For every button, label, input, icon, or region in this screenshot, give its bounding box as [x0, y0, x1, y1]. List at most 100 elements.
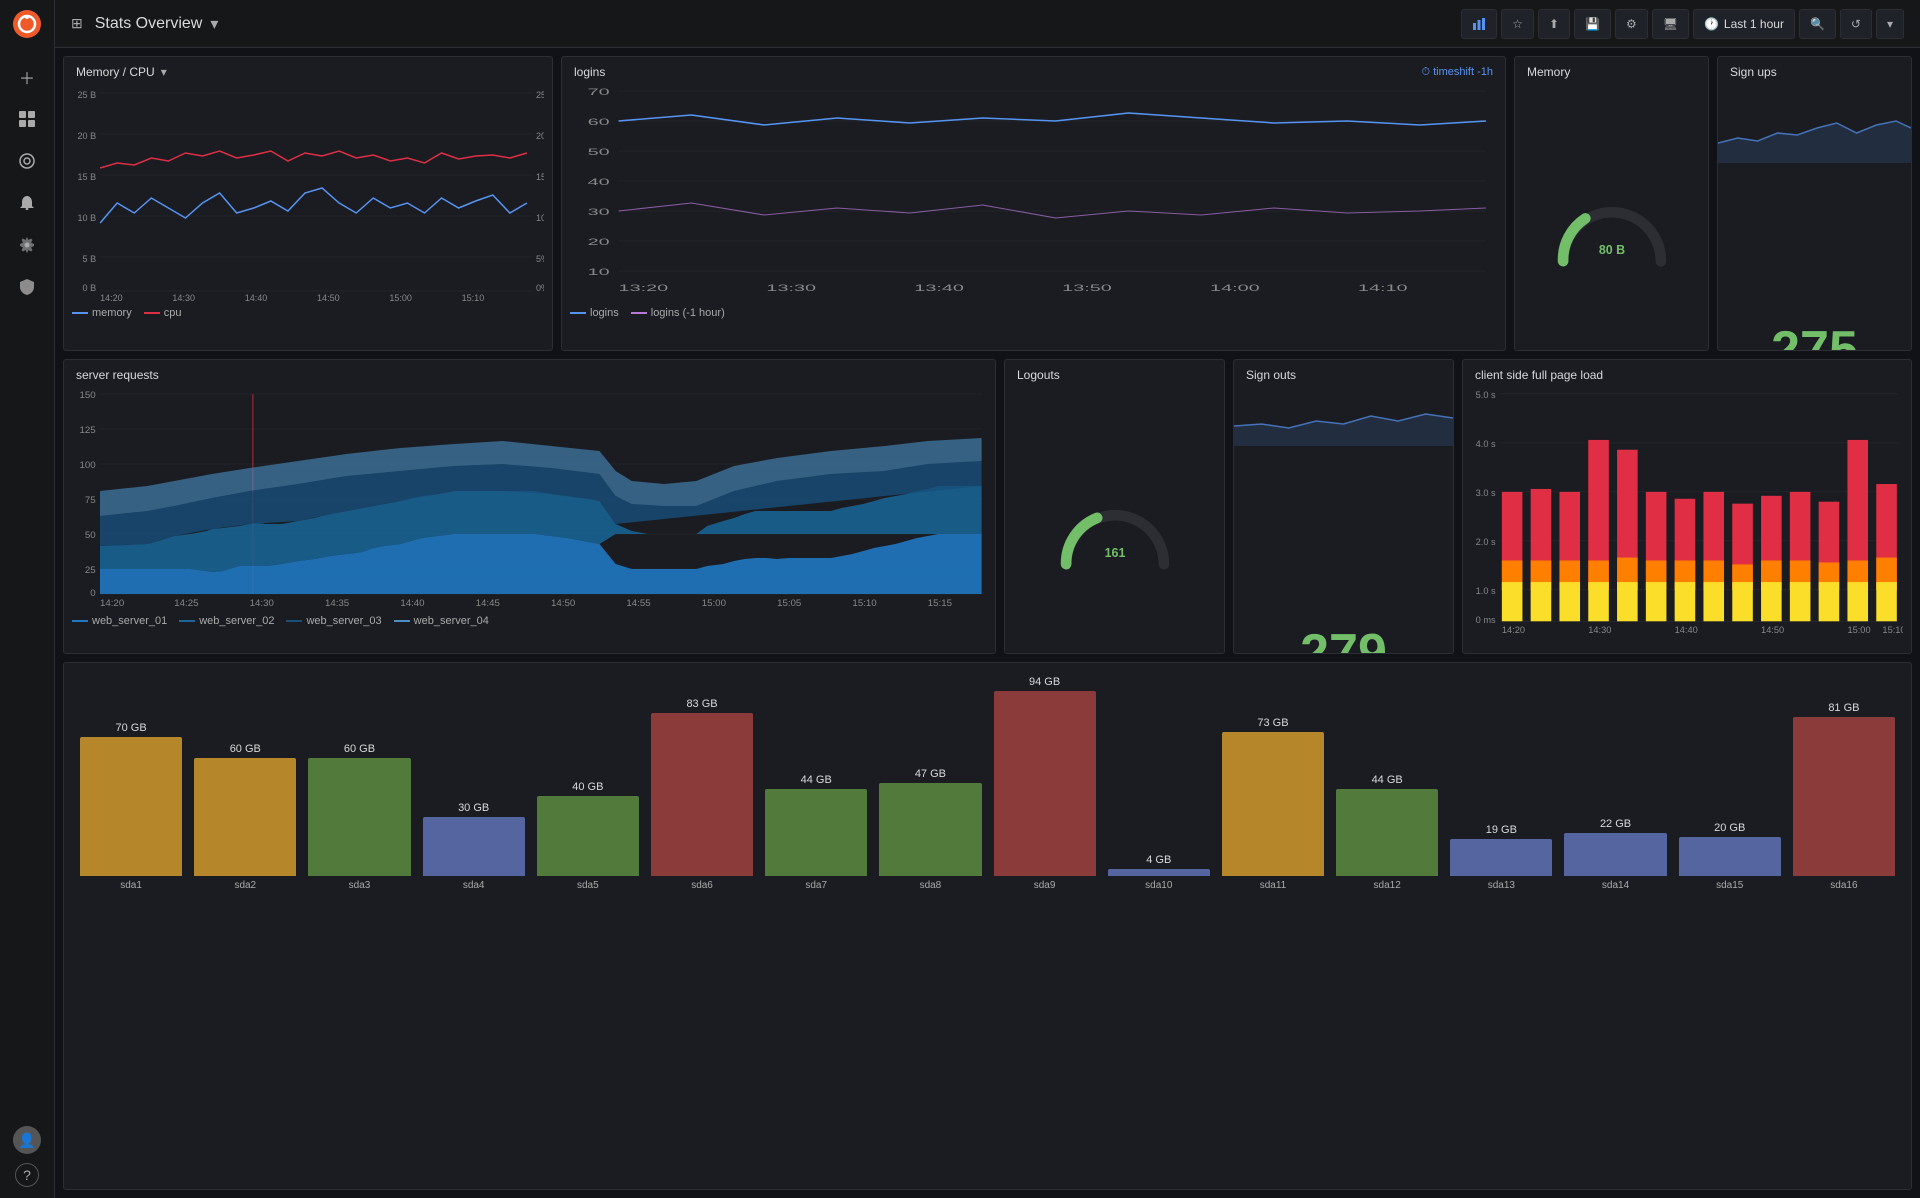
svg-text:14:50: 14:50: [1761, 625, 1784, 635]
disk-bar-sda6: 83 GBsda6: [651, 698, 753, 891]
search-button[interactable]: 🔍: [1799, 9, 1836, 39]
disk-bar-sda13: 19 GBsda13: [1450, 824, 1552, 891]
client-load-panel: client side full page load 5.0 s 4.0 s 3…: [1462, 359, 1912, 654]
svg-text:2.0 s: 2.0 s: [1476, 537, 1497, 547]
legend-ws1: web_server_01: [72, 615, 167, 627]
svg-text:15:05: 15:05: [777, 598, 801, 608]
logouts-gauge-svg: 161: [1045, 493, 1185, 573]
svg-text:14:40: 14:40: [400, 598, 424, 608]
chart-view-button[interactable]: [1461, 9, 1497, 39]
svg-text:15:00: 15:00: [702, 598, 726, 608]
signups-value: 275: [1718, 314, 1911, 351]
svg-text:125: 125: [80, 425, 96, 435]
svg-text:14:10: 14:10: [1358, 283, 1408, 293]
page-title: Stats Overview ▾: [95, 14, 219, 34]
logouts-gauge: 161: [1005, 386, 1224, 654]
legend-ws3: web_server_03: [286, 615, 381, 627]
sidebar-add[interactable]: ＋: [9, 59, 45, 95]
row-1: Memory / CPU ▾ 25 B 20 B 15 B 10 B 5 B 0…: [63, 56, 1912, 351]
svg-text:1.0 s: 1.0 s: [1476, 586, 1497, 596]
grafana-logo[interactable]: [11, 8, 43, 40]
svg-text:10%: 10%: [536, 213, 544, 223]
svg-text:14:55: 14:55: [626, 598, 650, 608]
svg-text:15:00: 15:00: [1847, 625, 1870, 635]
memory-cpu-dropdown[interactable]: ▾: [161, 65, 167, 79]
svg-text:14:30: 14:30: [1588, 625, 1611, 635]
legend-logins-1h: logins (-1 hour): [631, 307, 725, 319]
svg-text:60: 60: [588, 117, 610, 127]
svg-text:14:50: 14:50: [317, 293, 340, 303]
sidebar-explore[interactable]: [9, 143, 45, 179]
memory-cpu-legend: memory cpu: [64, 303, 552, 325]
sidebar-help[interactable]: ?: [15, 1163, 39, 1187]
client-load-title: client side full page load: [1463, 360, 1911, 386]
user-avatar[interactable]: 👤: [13, 1126, 41, 1154]
server-requests-legend: web_server_01 web_server_02 web_server_0…: [64, 611, 995, 633]
disk-bar-sda12: 44 GBsda12: [1336, 774, 1438, 891]
signups-panel: Sign ups 275: [1717, 56, 1912, 351]
disk-bar-sda4: 30 GBsda4: [423, 802, 525, 891]
logins-legend: logins logins (-1 hour): [562, 303, 1505, 325]
monitor-button[interactable]: 🖥: [1652, 9, 1689, 39]
svg-text:15:15: 15:15: [928, 598, 952, 608]
logouts-panel: Logouts 161: [1004, 359, 1225, 654]
memory-gauge-panel: Memory 80 B: [1514, 56, 1709, 351]
star-button[interactable]: ☆: [1501, 9, 1534, 39]
svg-text:161: 161: [1104, 546, 1125, 560]
svg-text:13:50: 13:50: [1062, 283, 1112, 293]
svg-text:25%: 25%: [536, 90, 544, 100]
disk-bar-sda10: 4 GBsda10: [1108, 854, 1210, 891]
title-dropdown[interactable]: ▾: [210, 14, 218, 34]
disk-bar-sda7: 44 GBsda7: [765, 774, 867, 891]
svg-text:5.0 s: 5.0 s: [1476, 390, 1497, 400]
disk-bar-sda8: 47 GBsda8: [879, 768, 981, 891]
svg-text:50: 50: [85, 530, 96, 540]
signouts-content: 279: [1234, 386, 1453, 654]
logouts-title: Logouts: [1005, 360, 1224, 386]
svg-text:14:40: 14:40: [1675, 625, 1698, 635]
svg-text:30: 30: [588, 207, 610, 217]
title-text: Stats Overview: [95, 15, 203, 33]
legend-ws4: web_server_04: [394, 615, 489, 627]
svg-text:10: 10: [588, 267, 610, 277]
svg-text:150: 150: [80, 390, 96, 400]
settings-button[interactable]: ⚙: [1615, 9, 1648, 39]
svg-text:15:10: 15:10: [852, 598, 876, 608]
svg-text:15:00: 15:00: [389, 293, 412, 303]
svg-text:14:20: 14:20: [1502, 625, 1525, 635]
memory-cpu-chart: 25 B 20 B 15 B 10 B 5 B 0 B 25% 20% 15% …: [72, 83, 544, 303]
disk-bar-sda5: 40 GBsda5: [537, 781, 639, 891]
legend-ws2: web_server_02: [179, 615, 274, 627]
server-requests-panel: server requests 150 125 100 75 50 25 0: [63, 359, 996, 654]
share-button[interactable]: ⬆: [1538, 9, 1570, 39]
svg-text:15%: 15%: [536, 172, 544, 182]
save-button[interactable]: 💾: [1574, 9, 1611, 39]
refresh-button[interactable]: ↺: [1840, 9, 1872, 39]
svg-text:20%: 20%: [536, 131, 544, 141]
svg-text:13:40: 13:40: [914, 283, 964, 293]
svg-text:14:50: 14:50: [551, 598, 575, 608]
svg-text:15:10: 15:10: [1882, 625, 1903, 635]
signouts-panel: Sign outs 279: [1233, 359, 1454, 654]
svg-text:3.0 s: 3.0 s: [1476, 488, 1497, 498]
sidebar: ＋ 👤 ?: [0, 0, 55, 1198]
sidebar-dashboards[interactable]: [9, 101, 45, 137]
svg-text:100: 100: [80, 460, 96, 470]
timeshift-badge: ⏱ timeshift -1h: [1421, 66, 1493, 79]
expand-button[interactable]: ▾: [1876, 9, 1904, 39]
svg-text:14:45: 14:45: [476, 598, 500, 608]
svg-text:13:20: 13:20: [619, 283, 669, 293]
svg-text:15 B: 15 B: [78, 172, 97, 182]
disk-bar-sda1: 70 GBsda1: [80, 722, 182, 891]
svg-text:5 B: 5 B: [83, 254, 97, 264]
disk-bar-sda3: 60 GBsda3: [308, 743, 410, 891]
svg-text:20: 20: [588, 237, 610, 247]
disk-bars: 70 GBsda160 GBsda260 GBsda330 GBsda440 G…: [80, 671, 1895, 891]
disk-bar-sda9: 94 GBsda9: [994, 676, 1096, 891]
server-requests-chart: 150 125 100 75 50 25 0: [72, 386, 987, 611]
sidebar-config[interactable]: [9, 227, 45, 263]
server-requests-title: server requests: [64, 360, 995, 386]
sidebar-shield[interactable]: [9, 269, 45, 305]
sidebar-alerting[interactable]: [9, 185, 45, 221]
time-picker[interactable]: 🕐 Last 1 hour: [1693, 9, 1795, 39]
